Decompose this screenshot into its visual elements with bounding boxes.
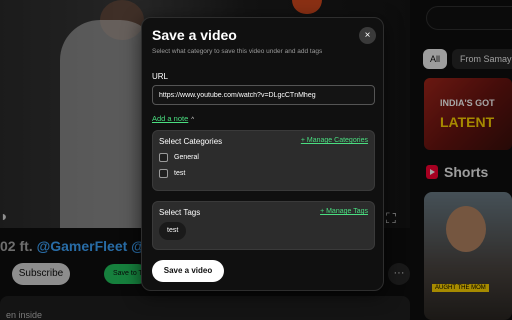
category-label: test [174, 170, 186, 177]
categories-title: Select Categories [159, 137, 223, 146]
url-label: URL [152, 72, 169, 81]
save-video-dialog: Save a video × Select what category to s… [141, 17, 384, 291]
close-icon[interactable]: × [359, 27, 376, 44]
category-checkbox[interactable] [159, 169, 168, 178]
categories-panel: Select Categories + Manage Categories Ge… [152, 130, 375, 191]
category-item-test[interactable]: test [159, 169, 185, 178]
manage-tags-link[interactable]: + Manage Tags [320, 208, 368, 215]
category-label: General [174, 154, 199, 161]
add-note-toggle[interactable]: Add a note ^ [152, 114, 194, 123]
save-video-button[interactable]: Save a video [152, 260, 224, 282]
url-input[interactable] [152, 85, 375, 105]
category-item-general[interactable]: General [159, 153, 199, 162]
tags-panel: Select Tags + Manage Tags test [152, 201, 375, 250]
dialog-subtitle: Select what category to save this video … [152, 48, 323, 55]
manage-categories-link[interactable]: + Manage Categories [301, 137, 368, 144]
dialog-title: Save a video [152, 27, 237, 43]
tag-chip-test[interactable]: test [159, 222, 187, 240]
add-note-label: Add a note [152, 114, 189, 123]
category-checkbox[interactable] [159, 153, 168, 162]
chevron-up-icon: ^ [191, 117, 195, 123]
tags-title: Select Tags [159, 208, 201, 217]
page: ◗ ⛶ 02 ft. @GamerFleet @Joke Subscribe S… [0, 0, 512, 320]
